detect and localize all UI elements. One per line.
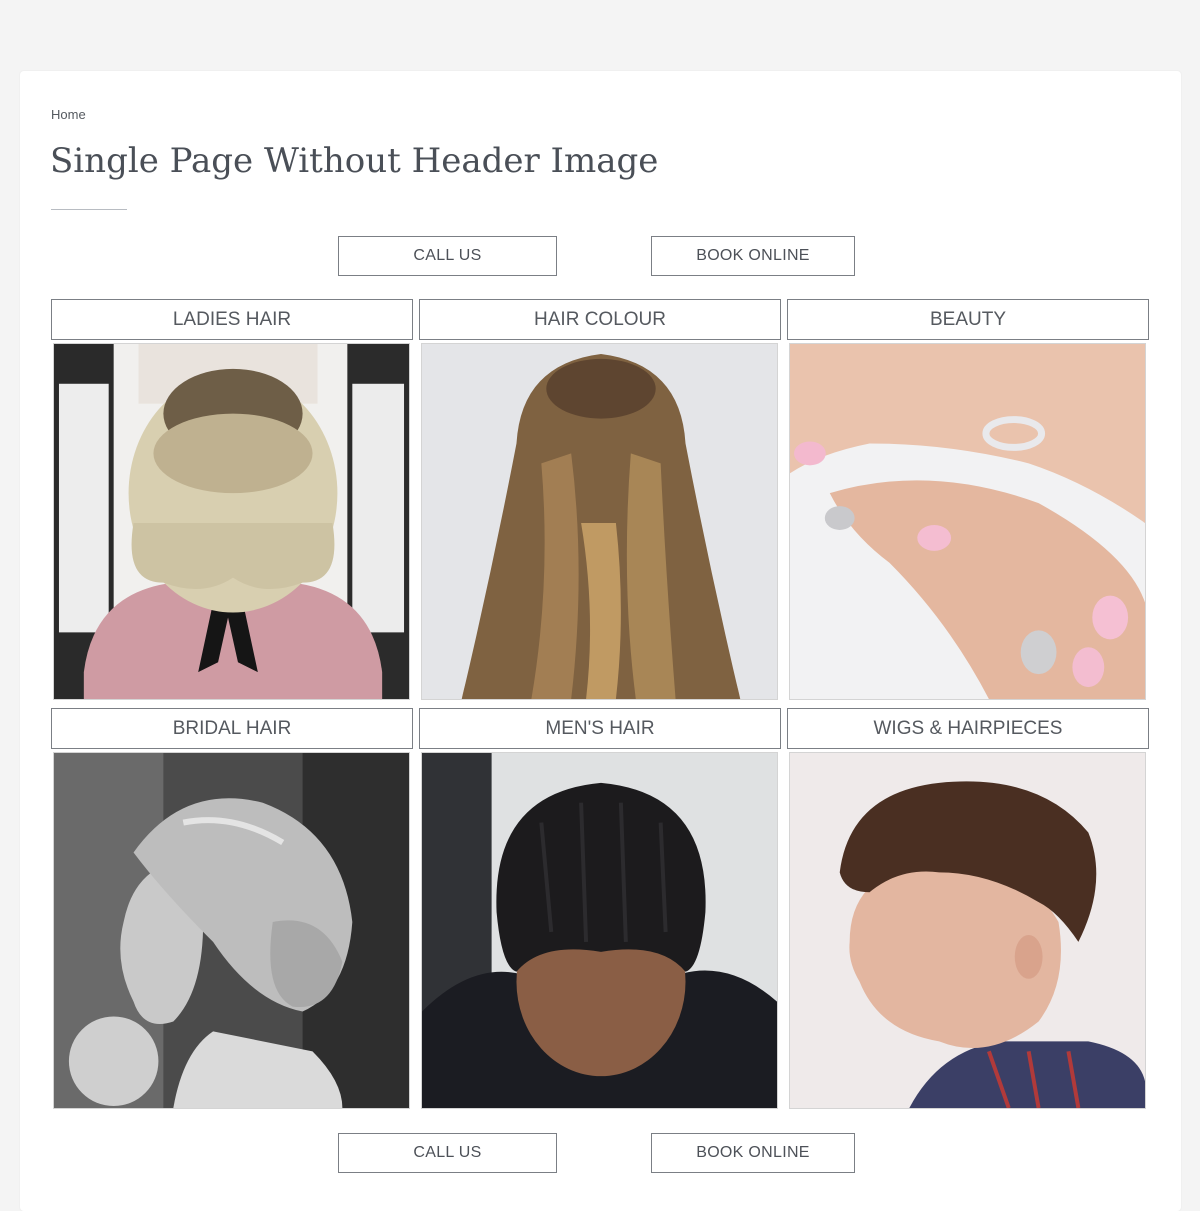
page-title: Single Page Without Header Image [50, 141, 659, 181]
book-online-button-top[interactable]: BOOK ONLINE [651, 236, 855, 276]
book-online-button-bottom[interactable]: BOOK ONLINE [651, 1133, 855, 1173]
service-label-hair-colour[interactable]: HAIR COLOUR [419, 299, 781, 340]
breadcrumb-home[interactable]: Home [51, 107, 86, 122]
hair-colour-photo[interactable] [421, 343, 778, 700]
title-divider [51, 209, 127, 210]
service-label-bridal-hair[interactable]: BRIDAL HAIR [51, 708, 413, 749]
wigs-hairpieces-photo[interactable] [789, 752, 1146, 1109]
service-label-beauty[interactable]: BEAUTY [787, 299, 1149, 340]
ladies-hair-photo[interactable] [53, 343, 410, 700]
mens-crop-image [422, 753, 777, 1108]
mens-hair-photo[interactable] [421, 752, 778, 1109]
bridal-updo-image [54, 753, 409, 1108]
content-card: Home Single Page Without Header Image CA… [20, 71, 1181, 1211]
pink-nails-image [790, 344, 1145, 699]
service-label-mens-hair[interactable]: MEN'S HAIR [419, 708, 781, 749]
long-brown-waves-image [422, 344, 777, 699]
call-us-button-top[interactable]: CALL US [338, 236, 557, 276]
service-label-ladies-hair[interactable]: LADIES HAIR [51, 299, 413, 340]
bridal-hair-photo[interactable] [53, 752, 410, 1109]
call-us-button-bottom[interactable]: CALL US [338, 1133, 557, 1173]
beauty-photo[interactable] [789, 343, 1146, 700]
mens-quiff-image [790, 753, 1145, 1108]
service-label-wigs-hairpieces[interactable]: WIGS & HAIRPIECES [787, 708, 1149, 749]
blonde-bob-back-image [54, 344, 409, 699]
